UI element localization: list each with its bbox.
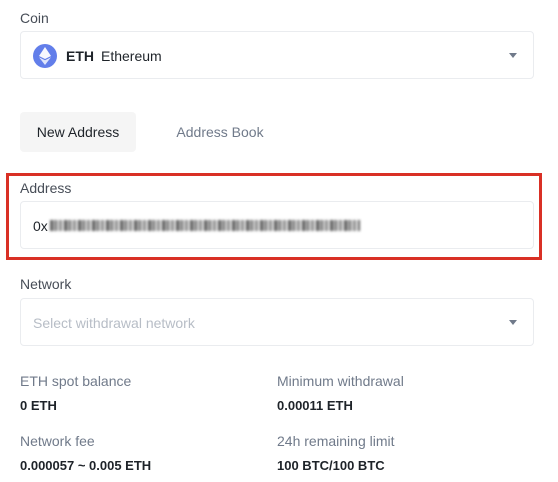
- spot-balance-value: 0 ETH: [20, 398, 57, 413]
- min-withdrawal-value: 0.00011 ETH: [277, 398, 353, 413]
- address-prefix: 0x: [33, 218, 48, 234]
- address-redacted-value: [50, 220, 360, 231]
- network-select[interactable]: Select withdrawal network: [20, 298, 534, 346]
- coin-select[interactable]: ETH Ethereum: [20, 31, 534, 79]
- tab-address-book[interactable]: Address Book: [160, 112, 280, 152]
- network-label: Network: [20, 276, 72, 292]
- address-input[interactable]: 0x: [20, 201, 534, 249]
- network-placeholder: Select withdrawal network: [33, 315, 195, 331]
- remaining-limit-value: 100 BTC/100 BTC: [277, 458, 385, 473]
- tab-new-address[interactable]: New Address: [20, 112, 136, 152]
- network-fee-value: 0.000057 ~ 0.005 ETH: [20, 458, 152, 473]
- coin-label: Coin: [20, 10, 49, 26]
- spot-balance-label: ETH spot balance: [20, 373, 132, 389]
- coin-symbol: ETH: [66, 48, 94, 64]
- min-withdrawal-label: Minimum withdrawal: [277, 373, 404, 389]
- chevron-down-icon: [509, 53, 517, 58]
- chevron-down-icon: [509, 320, 517, 325]
- ethereum-icon: [33, 44, 57, 68]
- address-label: Address: [20, 180, 72, 196]
- network-fee-label: Network fee: [20, 433, 95, 449]
- coin-name: Ethereum: [101, 48, 162, 64]
- remaining-limit-label: 24h remaining limit: [277, 433, 395, 449]
